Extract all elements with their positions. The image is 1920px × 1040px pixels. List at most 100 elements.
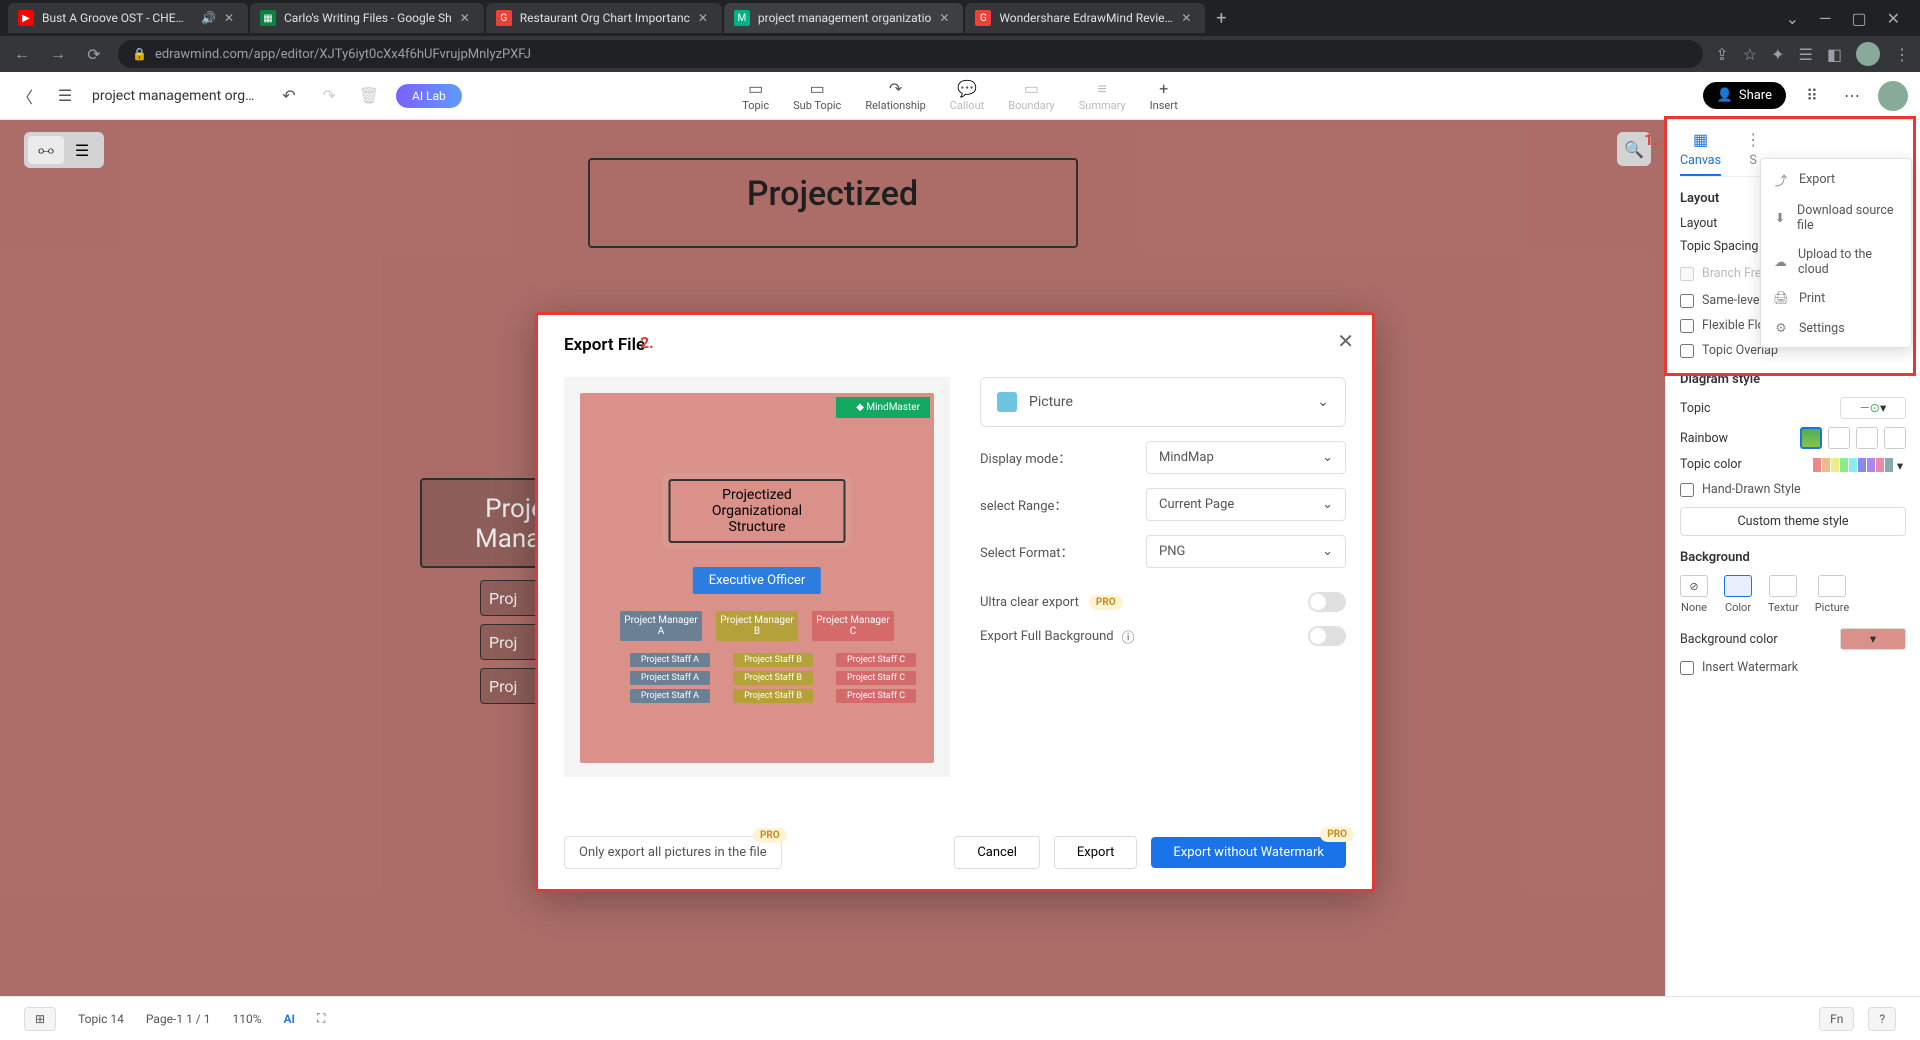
menu-export[interactable]: ⤴Export xyxy=(1761,163,1911,196)
ultra-clear-toggle[interactable] xyxy=(1308,592,1346,612)
bg-color-swatch[interactable]: ▾ xyxy=(1840,628,1906,650)
rainbow-opt[interactable] xyxy=(1884,427,1906,449)
export-button[interactable]: Export xyxy=(1054,836,1138,869)
undo-icon[interactable]: ↶ xyxy=(276,83,302,109)
sidepanel-icon[interactable]: ◧ xyxy=(1827,45,1842,64)
chevron-down-icon[interactable]: ⌄ xyxy=(1786,9,1799,28)
delete-icon[interactable]: 🗑 xyxy=(356,83,382,109)
only-export-pictures-button[interactable]: Only export all pictures in the filePRO xyxy=(564,836,782,869)
close-window-icon[interactable]: ✕ xyxy=(1887,9,1900,28)
page-indicator: Page-1 1 / 1 xyxy=(146,1012,211,1026)
background-heading: Background xyxy=(1680,550,1906,565)
summary-icon: ≡ xyxy=(1098,79,1107,97)
url-field[interactable]: 🔒edrawmind.com/app/editor/XJTy6iyt0cXx4f… xyxy=(118,40,1703,68)
kebab-icon[interactable]: ⋮ xyxy=(1894,45,1910,64)
export-options: Picture⌄ Display mode：MindMap⌄ select Ra… xyxy=(980,377,1346,777)
browser-tab[interactable]: ▦Carlo's Writing Files - Google Sh✕ xyxy=(250,3,484,33)
select-format-select[interactable]: PNG⌄ xyxy=(1146,535,1346,568)
tab-canvas[interactable]: ▦Canvas xyxy=(1680,130,1721,176)
bg-color[interactable]: Color xyxy=(1724,575,1752,614)
rainbow-label: Rainbow xyxy=(1680,431,1728,446)
more-dropdown: ⤴Export ⬇Download source file ☁Upload to… xyxy=(1760,158,1912,348)
forward-button[interactable]: → xyxy=(46,42,70,66)
chk-insert-watermark[interactable]: Insert Watermark xyxy=(1680,660,1906,675)
subtopic-icon: ▭ xyxy=(810,79,825,97)
export-no-watermark-button[interactable]: Export without WatermarkPRO xyxy=(1151,837,1346,868)
callout-icon: 💬 xyxy=(957,79,977,97)
rainbow-opt[interactable] xyxy=(1800,427,1822,449)
reload-button[interactable]: ⟳ xyxy=(82,42,106,66)
share-button[interactable]: 👤Share xyxy=(1703,82,1786,109)
select-format-label: Select Format： xyxy=(980,542,1074,561)
preview-title: ProjectizedOrganizational Structure xyxy=(669,479,846,543)
export-type-select[interactable]: Picture⌄ xyxy=(980,377,1346,427)
bg-none[interactable]: ⊘None xyxy=(1680,575,1708,614)
rainbow-opt[interactable] xyxy=(1856,427,1878,449)
browser-tab[interactable]: GRestaurant Org Chart Importanc✕ xyxy=(486,3,722,33)
readinglist-icon[interactable]: ☰ xyxy=(1799,45,1813,64)
menu-download[interactable]: ⬇Download source file xyxy=(1761,196,1911,240)
full-bg-toggle[interactable] xyxy=(1308,626,1346,646)
extensions-icon[interactable]: ✦ xyxy=(1771,45,1784,64)
close-icon[interactable]: ✕ xyxy=(1181,11,1195,25)
help-icon[interactable]: ? xyxy=(1868,1007,1896,1031)
fullscreen-icon[interactable]: ⛶ xyxy=(317,1011,325,1026)
tab-style[interactable]: ⋮S xyxy=(1745,130,1761,176)
export-modal: Export File 2. ✕ ◆ MindMaster Projectize… xyxy=(535,312,1375,892)
close-icon[interactable]: ✕ xyxy=(698,11,712,25)
select-range-select[interactable]: Current Page⌄ xyxy=(1146,488,1346,521)
document-title[interactable]: project management orga... xyxy=(92,88,262,104)
topic-color-strip[interactable]: ▾ xyxy=(1813,458,1906,472)
topic-style-select[interactable]: —⊙ ▾ xyxy=(1840,397,1906,419)
speaker-icon[interactable]: 🔊 xyxy=(201,11,216,25)
bg-texture[interactable]: Textur xyxy=(1768,575,1799,614)
menu-settings[interactable]: ⚙Settings xyxy=(1761,313,1911,343)
custom-theme-button[interactable]: Custom theme style xyxy=(1680,507,1906,536)
ai-lab-button[interactable]: AI Lab xyxy=(396,84,462,108)
close-icon[interactable]: ✕ xyxy=(1337,329,1354,353)
ai-badge[interactable]: AI xyxy=(284,1012,295,1026)
minimize-icon[interactable]: — xyxy=(1819,9,1832,28)
more-menu-button[interactable]: ⋯ xyxy=(1838,82,1866,110)
cancel-button[interactable]: Cancel xyxy=(954,836,1040,869)
share-icon[interactable]: ⇪ xyxy=(1715,45,1728,64)
minimap-icon[interactable]: ⊞ xyxy=(24,1007,56,1031)
user-avatar[interactable] xyxy=(1878,81,1908,111)
insert-icon: + xyxy=(1159,79,1168,97)
redo-icon[interactable]: ↷ xyxy=(316,83,342,109)
apps-grid-icon[interactable]: ⠿ xyxy=(1798,82,1826,110)
rainbow-opt[interactable] xyxy=(1828,427,1850,449)
diagram-style-heading: Diagram style xyxy=(1680,372,1906,387)
new-tab-button[interactable]: + xyxy=(1207,4,1235,32)
menu-print[interactable]: 🖨Print xyxy=(1761,284,1911,313)
browser-tab[interactable]: ▶Bust A Groove OST - CHEMIC🔊✕ xyxy=(8,3,248,33)
back-button[interactable]: ← xyxy=(10,42,34,66)
close-icon[interactable]: ✕ xyxy=(224,11,238,25)
close-icon[interactable]: ✕ xyxy=(460,11,474,25)
print-icon: 🖨 xyxy=(1773,291,1789,306)
browser-tab-active[interactable]: Mproject management organizatio✕ xyxy=(724,3,963,33)
display-mode-select[interactable]: MindMap⌄ xyxy=(1146,441,1346,474)
bg-picture[interactable]: Picture xyxy=(1815,575,1850,614)
tool-topic[interactable]: ▭Topic xyxy=(742,79,769,112)
star-icon[interactable]: ☆ xyxy=(1743,45,1757,64)
menu-upload[interactable]: ☁Upload to the cloud xyxy=(1761,240,1911,284)
browser-tab-bar: ▶Bust A Groove OST - CHEMIC🔊✕ ▦Carlo's W… xyxy=(0,0,1920,36)
zoom-level[interactable]: 110% xyxy=(232,1012,261,1026)
tool-insert[interactable]: +Insert xyxy=(1150,79,1178,112)
menu-icon[interactable]: ☰ xyxy=(52,83,78,109)
ultra-clear-label: Ultra clear export xyxy=(980,595,1079,610)
profile-avatar[interactable] xyxy=(1856,42,1880,66)
maximize-icon[interactable]: ▢ xyxy=(1851,9,1866,28)
close-icon[interactable]: ✕ xyxy=(939,11,953,25)
tool-subtopic[interactable]: ▭Sub Topic xyxy=(793,79,841,112)
fn-button[interactable]: Fn xyxy=(1819,1007,1854,1031)
tool-relationship[interactable]: ↷Relationship xyxy=(865,79,925,112)
sheets-icon: ▦ xyxy=(260,10,276,26)
browser-tab[interactable]: GWondershare EdrawMind Review✕ xyxy=(965,3,1205,33)
url-text: edrawmind.com/app/editor/XJTy6iyt0cXx4f6… xyxy=(155,47,531,62)
chk-hand-drawn[interactable]: Hand-Drawn Style xyxy=(1680,482,1906,497)
back-arrow-icon[interactable]: 〈 xyxy=(12,83,38,109)
full-bg-label: Export Full Background xyxy=(980,629,1114,644)
info-icon[interactable]: ⓘ xyxy=(1122,627,1135,646)
